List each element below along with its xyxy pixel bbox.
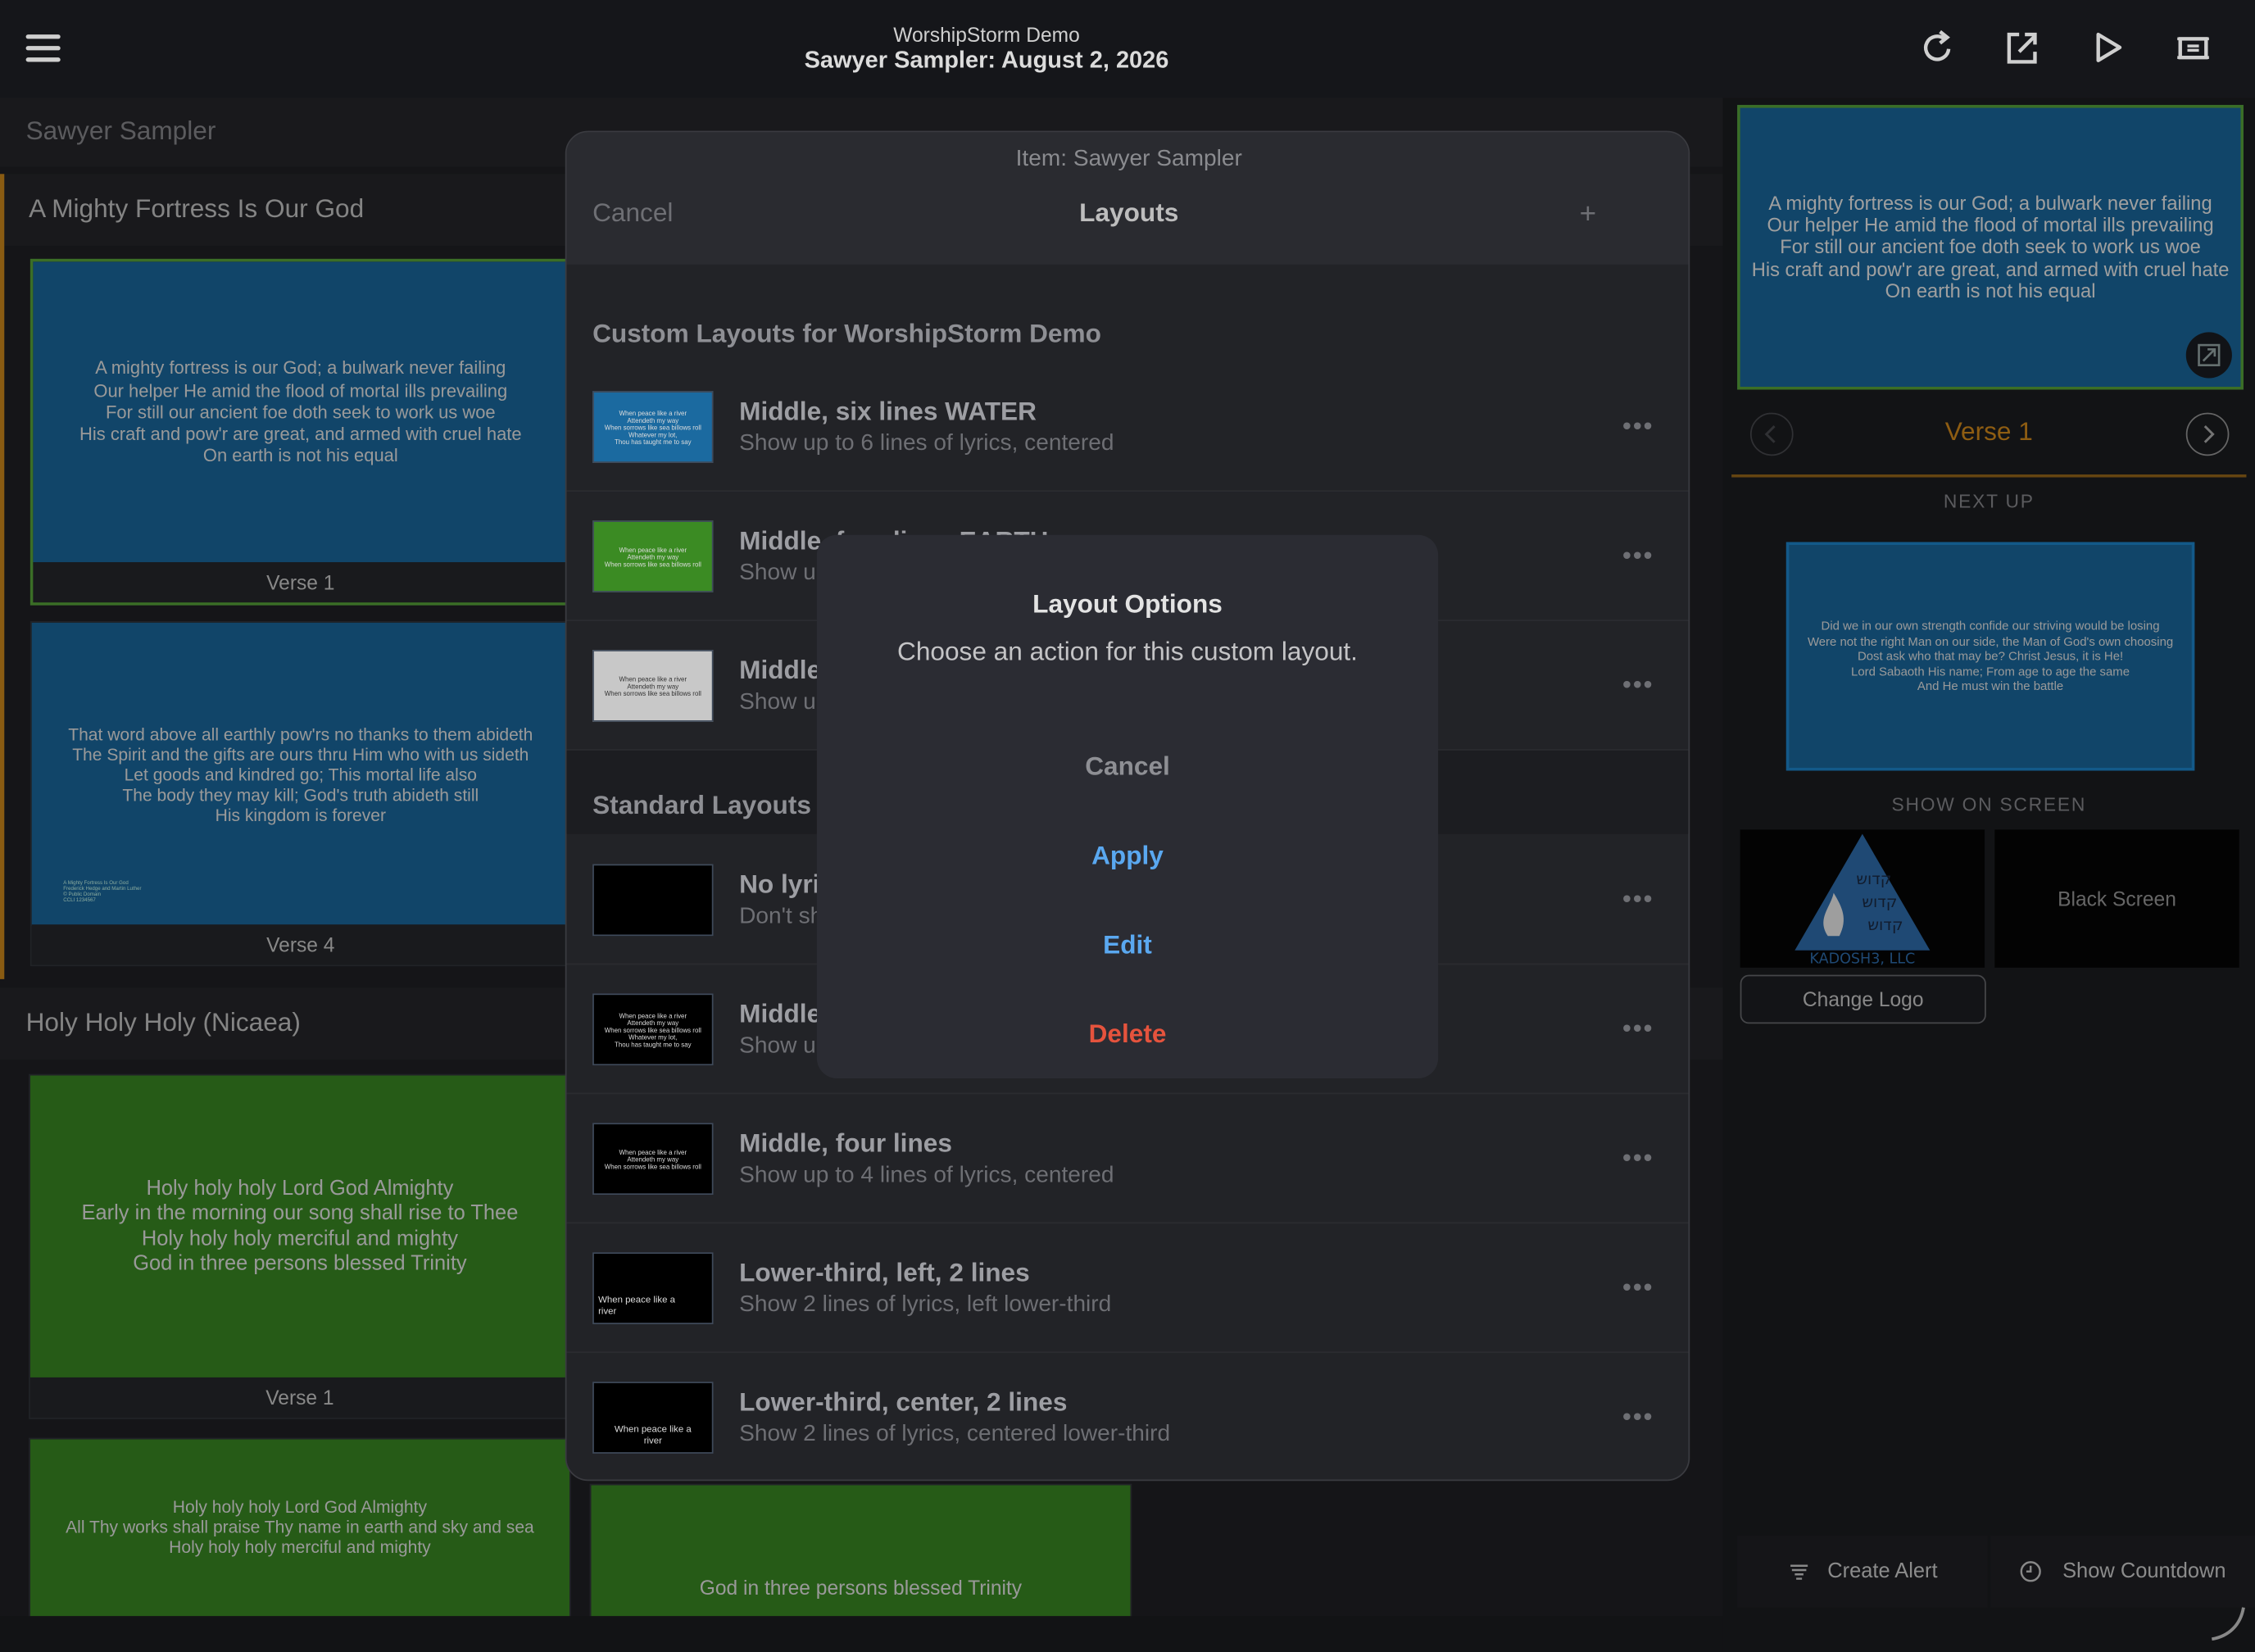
layout-thumbnail [592,864,714,937]
play-icon[interactable] [2088,26,2128,70]
layout-name: Lower-third, center, 2 lines [739,1387,1068,1417]
thumbnail-text: When sorrows like sea billows roll [604,423,701,431]
sheet-title: Layouts [1079,198,1179,228]
dialog-cancel-button[interactable]: Cancel [817,752,1438,783]
thumbnail-text: When sorrows like sea billows roll [604,1025,701,1033]
layout-name: Lower-third, left, 2 lines [739,1258,1030,1287]
thumbnail-text: When peace like a [614,1424,692,1436]
layout-row[interactable]: When peace like a river Lower-third, cente… [567,1353,1689,1479]
refresh-icon[interactable] [1917,26,1958,70]
thumbnail-text: river [643,1436,662,1447]
layout-options-dialog: Layout Options Choose an action for this… [816,534,1439,1078]
thumbnail-text: Attendeth my way [627,1019,679,1026]
thumbnail-text: When peace like a river [619,545,687,553]
layout-description: Show up to 6 lines of lyrics, centered [739,431,1114,456]
layout-thumbnail: When peace like a river [592,1382,714,1454]
thumbnail-text: Attendeth my way [627,415,679,424]
thumbnail-text: When peace like a river [619,1011,687,1019]
edit-button[interactable]: Edit [817,930,1438,960]
thumbnail-text: When sorrows like sea billows roll [604,689,701,697]
layout-thumbnail: When peace like a river Attendeth my way W… [592,650,714,722]
more-options-icon[interactable]: ••• [1622,411,1654,442]
custom-layouts-header: Custom Layouts for WorshipStorm Demo [592,319,1101,348]
layout-thumbnail: When peace like a river [592,1252,714,1324]
add-layout-button[interactable]: + [1580,198,1597,231]
export-icon[interactable] [2002,26,2042,70]
sheet-item-label: Item: Sawyer Sampler [1015,146,1242,171]
more-options-icon[interactable]: ••• [1622,884,1654,914]
screen-icon[interactable] [2173,26,2213,70]
layout-description: Show 2 lines of lyrics, centered lower-t… [739,1422,1171,1447]
thumbnail-text: When peace like a river [619,409,687,416]
thumbnail-text: When peace like a [598,1295,675,1306]
thumbnail-text: Attendeth my way [627,682,679,690]
layout-thumbnail: When peace like a river Attendeth my way W… [592,391,714,463]
apply-button[interactable]: Apply [817,841,1438,871]
thumbnail-text: Attendeth my way [627,552,679,560]
layout-row[interactable]: When peace like a river Lower-third, left,… [566,1223,1689,1354]
more-options-icon[interactable]: ••• [1622,541,1654,571]
thumbnail-text: When peace like a river [619,1148,687,1155]
thumbnail-text: Attendeth my way [627,1155,679,1163]
layout-row[interactable]: When peace like a river Attendeth my way W… [566,1094,1689,1224]
service-title: Sawyer Sampler: August 2, 2026 [804,47,1169,74]
layout-description: Show up to 4 lines of lyrics, centered [739,1163,1114,1188]
layout-name: Middle, four lines [739,1128,952,1158]
layout-name: Middle, six lines WATER [739,397,1037,426]
more-options-icon[interactable]: ••• [1622,1273,1654,1303]
more-options-icon[interactable]: ••• [1622,1143,1654,1173]
layout-thumbnail: When peace like a river Attendeth my way W… [592,520,714,592]
top-bar: WorshipStorm Demo Sawyer Sampler: August… [0,0,2255,98]
layout-description: Show 2 lines of lyrics, left lower-third [739,1292,1112,1318]
layout-thumbnail: When peace like a river Attendeth my way W… [592,993,714,1066]
layout-thumbnail: When peace like a river Attendeth my way W… [592,1123,714,1196]
more-options-icon[interactable]: ••• [1622,1014,1654,1044]
thumbnail-text: Whatever my lot, [628,430,678,438]
more-options-icon[interactable]: ••• [1622,670,1654,701]
sheet-header: Item: Sawyer Sampler Cancel Layouts + [566,132,1689,265]
dialog-message: Choose an action for this custom layout. [897,637,1358,666]
layout-row[interactable]: When peace like a river Attendeth my way W… [566,362,1689,492]
dialog-title: Layout Options [1032,589,1223,619]
thumbnail-text: When sorrows like sea billows roll [604,1162,701,1170]
thumbnail-text: When sorrows like sea billows roll [604,560,701,568]
more-options-icon[interactable]: ••• [1622,1402,1654,1432]
thumbnail-text: river [598,1306,617,1318]
app-title: WorshipStorm Demo [893,23,1080,47]
delete-button[interactable]: Delete [817,1019,1438,1050]
standard-layouts-header: Standard Layouts [592,791,811,820]
thumbnail-text: Whatever my lot, [628,1032,678,1041]
thumbnail-text: When peace like a river [619,674,687,683]
thumbnail-text: Thou has taught me to say [615,1040,692,1048]
thumbnail-text: Thou has taught me to say [615,438,692,446]
